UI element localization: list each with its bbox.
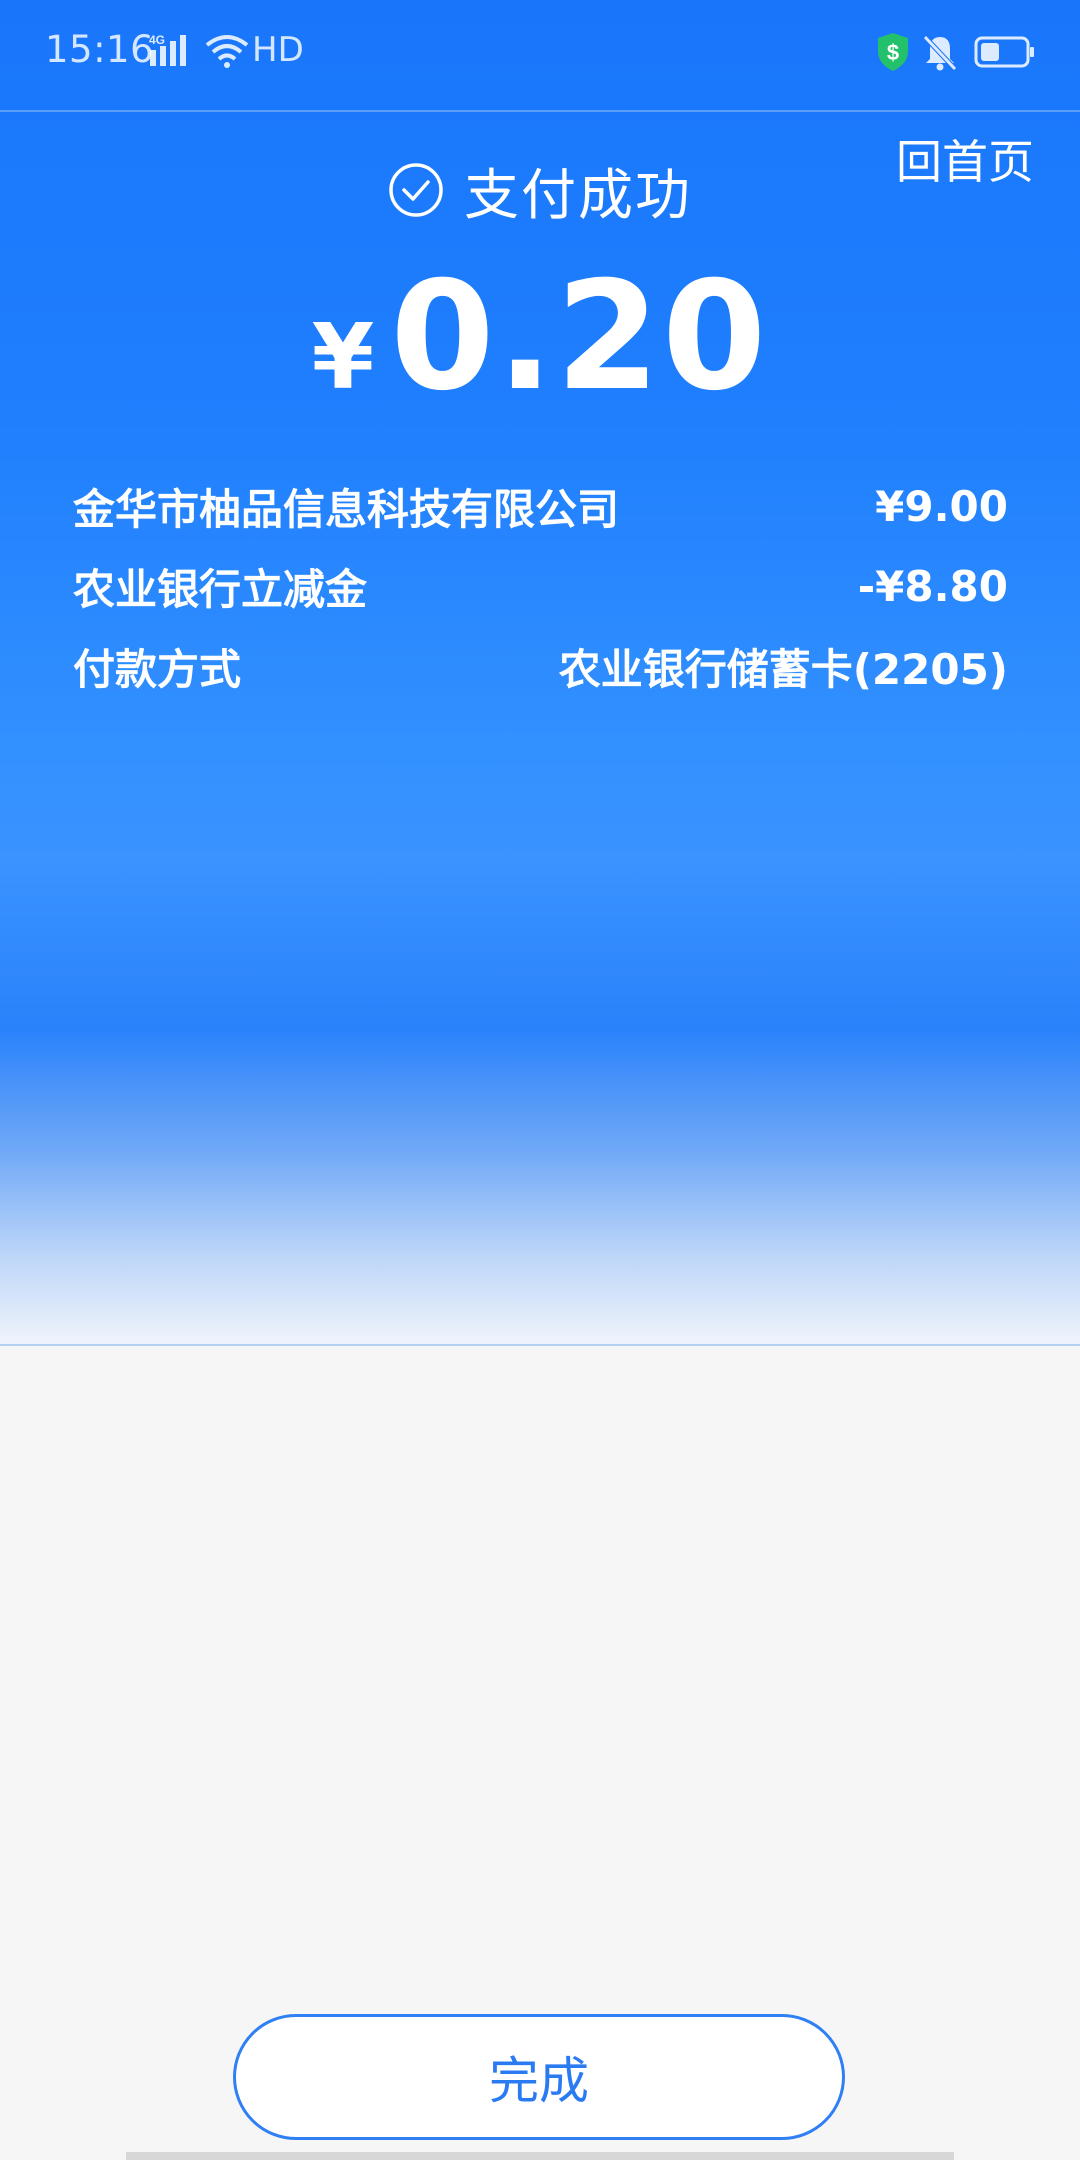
paid-amount: ¥ 0.20 <box>0 250 1080 424</box>
signal-icon: 4G <box>149 33 186 66</box>
currency-symbol: ¥ <box>311 305 375 410</box>
payment-method-value: 农业银行储蓄卡(2205) <box>558 644 1008 694</box>
discount-label: 农业银行立减金 <box>73 564 368 614</box>
security-shield-icon: $ <box>878 33 908 71</box>
merchant-name: 金华市柚品信息科技有限公司 <box>73 484 620 534</box>
discount-amount: -¥8.80 <box>857 561 1008 611</box>
panel-divider <box>0 1344 1080 1346</box>
payment-success-title: 支付成功 <box>463 163 692 227</box>
battery-icon <box>974 36 1034 68</box>
bottom-indicator <box>126 2152 954 2160</box>
order-amount: ¥9.00 <box>875 481 1008 531</box>
status-bar-divider <box>0 110 1080 112</box>
payment-details: 金华市柚品信息科技有限公司 ¥9.00 农业银行立减金 -¥8.80 付款方式 … <box>73 466 1008 706</box>
wifi-icon <box>205 35 249 68</box>
detail-row-discount: 农业银行立减金 -¥8.80 <box>73 546 1008 626</box>
payment-success-header: 支付成功 <box>0 150 1080 230</box>
status-time: 15:16 <box>45 28 155 71</box>
network-type-label: 4G <box>149 33 165 47</box>
svg-text:$: $ <box>887 40 899 65</box>
status-bar: 15:16 4G HD $ <box>0 0 1080 112</box>
hd-label: HD <box>252 30 304 70</box>
mute-icon <box>923 35 957 71</box>
payment-method-label: 付款方式 <box>73 644 242 694</box>
check-circle-icon <box>389 163 443 217</box>
done-button[interactable]: 完成 <box>233 2014 845 2140</box>
detail-row-merchant: 金华市柚品信息科技有限公司 ¥9.00 <box>73 466 1008 546</box>
detail-row-payment-method: 付款方式 农业银行储蓄卡(2205) <box>73 626 1008 706</box>
amount-value: 0.20 <box>390 250 769 424</box>
